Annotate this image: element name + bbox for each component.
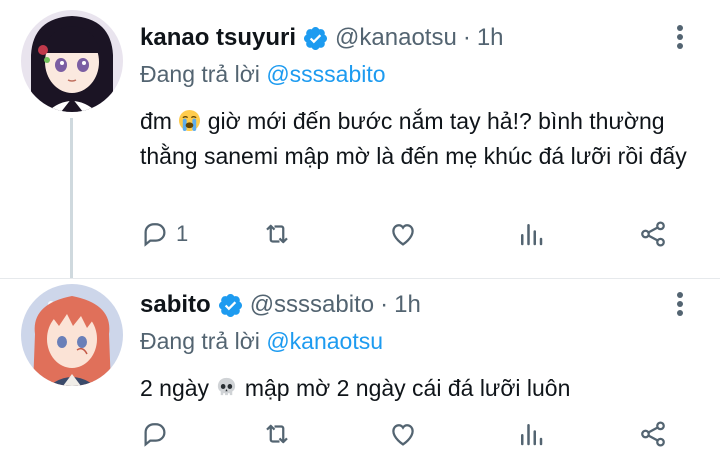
tweet-text-part: 2 ngày xyxy=(140,375,210,401)
tweet-header: kanao tsuyuri @kanaotsu · 1h xyxy=(140,20,720,56)
retweet-button[interactable] xyxy=(262,419,292,449)
display-name[interactable]: sabito xyxy=(140,291,211,319)
replying-to-label: Đang trả lời xyxy=(140,61,260,87)
tweet-actions xyxy=(140,419,680,449)
heart-icon xyxy=(392,424,414,446)
share-button[interactable] xyxy=(638,419,668,449)
retweet-icon xyxy=(266,424,288,444)
tweet-kanao[interactable]: kanao tsuyuri @kanaotsu · 1h Đang trả lờ… xyxy=(0,0,720,278)
verified-badge-icon xyxy=(217,292,244,319)
analytics-button[interactable] xyxy=(516,219,546,249)
reply-icon xyxy=(144,223,166,247)
replying-to: Đang trả lời @kanaotsu xyxy=(140,323,720,359)
tweet-text: đm giờ mới đến bước nắm tay hả!? bình th… xyxy=(140,104,700,174)
tweet-text-part: đm xyxy=(140,108,172,134)
reply-button[interactable] xyxy=(140,419,176,449)
reply-count: 1 xyxy=(176,221,189,246)
display-name[interactable]: kanao tsuyuri xyxy=(140,24,296,52)
tweet-text-part: giờ mới đến bước nắm tay hả!? bình thườn… xyxy=(140,108,687,169)
replying-to-handle[interactable]: @ssssabito xyxy=(266,61,385,87)
replying-to: Đang trả lời @ssssabito xyxy=(140,56,720,92)
more-vertical-icon[interactable] xyxy=(674,22,686,52)
share-icon xyxy=(641,221,665,247)
avatar[interactable] xyxy=(21,284,123,386)
replying-to-handle[interactable]: @kanaotsu xyxy=(266,328,383,354)
skull-icon xyxy=(215,374,238,397)
tweet-actions: 1 xyxy=(140,219,680,249)
like-button[interactable] xyxy=(388,219,418,249)
tweet-text: 2 ngày mập mờ 2 ngày cái đá lưỡi luôn xyxy=(140,371,700,406)
analytics-icon xyxy=(521,224,543,246)
tweet-text-part: mập mờ 2 ngày cái đá lưỡi luôn xyxy=(244,375,571,401)
tweet-header: sabito @ssssabito · 1h xyxy=(140,287,720,323)
share-button[interactable] xyxy=(638,219,668,249)
heart-icon xyxy=(392,224,414,246)
handle[interactable]: @kanaotsu xyxy=(335,24,457,52)
analytics-icon xyxy=(521,424,543,446)
reply-icon xyxy=(144,423,166,447)
thread-line xyxy=(70,118,73,278)
handle[interactable]: @ssssabito xyxy=(250,291,374,319)
like-button[interactable] xyxy=(388,419,418,449)
timestamp[interactable]: 1h xyxy=(394,291,421,319)
verified-badge-icon xyxy=(302,25,329,52)
avatar[interactable] xyxy=(21,10,123,112)
replying-to-label: Đang trả lời xyxy=(140,328,260,354)
more-vertical-icon[interactable] xyxy=(674,289,686,319)
separator-dot: · xyxy=(462,24,471,51)
timestamp[interactable]: 1h xyxy=(477,24,504,52)
separator-dot: · xyxy=(380,291,389,318)
retweet-button[interactable] xyxy=(262,219,292,249)
crying-face-icon xyxy=(178,107,201,132)
share-icon xyxy=(641,421,665,447)
retweet-icon xyxy=(266,224,288,244)
analytics-button[interactable] xyxy=(516,419,546,449)
reply-button[interactable]: 1 xyxy=(140,219,188,249)
